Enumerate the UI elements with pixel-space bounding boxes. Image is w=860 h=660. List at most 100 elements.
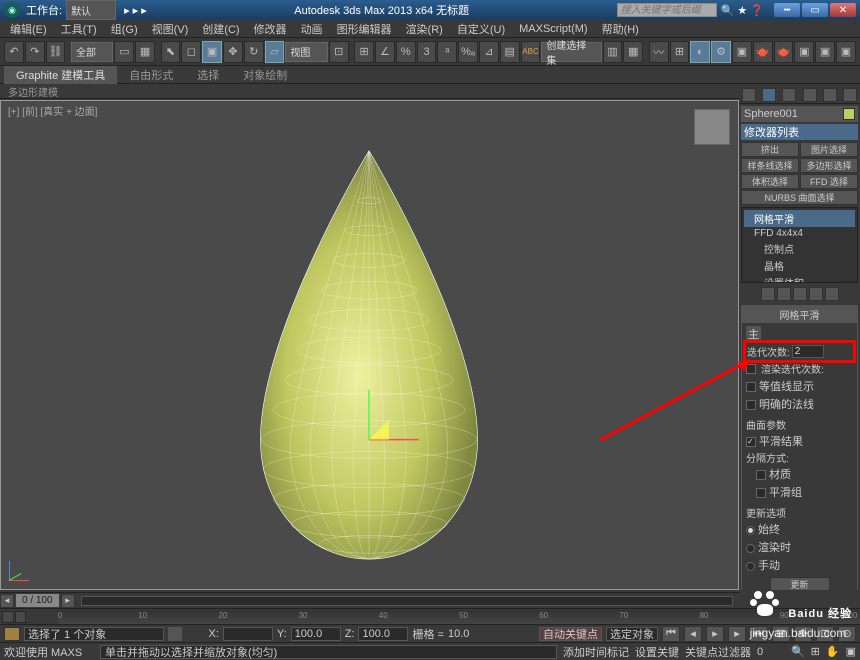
autokey-button[interactable]: 自动关键点 bbox=[539, 627, 602, 641]
hierarchy-tab-icon[interactable] bbox=[782, 88, 796, 102]
object-name-field[interactable]: Sphere001 bbox=[741, 106, 858, 122]
time-slider[interactable]: ◂ 0 / 100 ▸ bbox=[0, 592, 739, 608]
display-tab-icon[interactable] bbox=[823, 88, 837, 102]
angle-snap-button[interactable]: ∠ bbox=[375, 41, 395, 63]
move-button[interactable]: ✥ bbox=[223, 41, 243, 63]
scale-button[interactable]: ▱ bbox=[265, 41, 285, 63]
create-tab-icon[interactable] bbox=[742, 88, 756, 102]
vp-zoomall-button[interactable]: ⊞ bbox=[811, 645, 820, 658]
ribbon-tab-paint[interactable]: 对象绘制 bbox=[231, 66, 299, 84]
mod-img-button[interactable]: 图片选择 bbox=[800, 142, 858, 157]
workspace-value[interactable]: 默认 bbox=[66, 0, 116, 20]
menu-create[interactable]: 创建(C) bbox=[196, 20, 245, 38]
mod-ffd-button[interactable]: FFD 选择 bbox=[800, 174, 858, 189]
set-key-button[interactable]: 设置关键 bbox=[635, 644, 679, 660]
stack-ctrl[interactable]: 控制点 bbox=[744, 240, 855, 257]
iter-spinner[interactable]: 2 bbox=[792, 345, 824, 358]
prev-frame-button[interactable]: ◂ bbox=[684, 626, 702, 642]
menu-maxscript[interactable]: MAXScript(M) bbox=[513, 22, 593, 36]
select-button[interactable]: ▭ bbox=[114, 41, 134, 63]
undo-button[interactable]: ↶ bbox=[4, 41, 24, 63]
vp-zoom-button[interactable]: 🔍 bbox=[791, 645, 805, 658]
menu-graph[interactable]: 图形编辑器 bbox=[331, 20, 398, 38]
mod-extrude-button[interactable]: 挤出 bbox=[741, 142, 799, 157]
goto-start-button[interactable]: ⏮ bbox=[662, 626, 680, 642]
key-filter-button[interactable]: 关键点过滤器 bbox=[685, 644, 751, 660]
stack-lattice[interactable]: 晶格 bbox=[744, 257, 855, 274]
mod-vol-button[interactable]: 体积选择 bbox=[741, 174, 799, 189]
pivot-button[interactable]: ⊡ bbox=[329, 41, 349, 63]
tool-a-button[interactable]: ▣ bbox=[794, 41, 814, 63]
menu-animation[interactable]: 动画 bbox=[295, 20, 329, 38]
track-bar[interactable]: 0 10 20 30 40 50 60 70 80 90 100 bbox=[0, 608, 860, 624]
smooth-result-option[interactable]: 平滑结果 bbox=[746, 432, 853, 450]
remove-mod-icon[interactable] bbox=[809, 287, 823, 301]
select-arrow-button[interactable]: ⬉ bbox=[161, 41, 181, 63]
x-field[interactable] bbox=[223, 627, 273, 641]
render-button[interactable]: 🫖 bbox=[774, 41, 794, 63]
help-search-input[interactable] bbox=[617, 3, 717, 17]
viewcube[interactable] bbox=[694, 109, 730, 145]
utility-tab-icon[interactable] bbox=[843, 88, 857, 102]
link-button[interactable]: ⛓ bbox=[46, 41, 66, 63]
snap-pct-button[interactable]: %ₐ bbox=[458, 41, 478, 63]
pin-stack-icon[interactable] bbox=[761, 287, 775, 301]
config-icon[interactable] bbox=[825, 287, 839, 301]
update-render-option[interactable]: 渲染时 bbox=[746, 538, 853, 556]
menu-view[interactable]: 视图(V) bbox=[146, 20, 195, 38]
rollout-header[interactable]: 网格平滑 bbox=[742, 306, 857, 323]
stack-setvol[interactable]: 设置体积 bbox=[744, 274, 855, 283]
align-button[interactable]: ▤ bbox=[500, 41, 520, 63]
time-track[interactable] bbox=[81, 596, 733, 606]
lock-sel-icon[interactable] bbox=[168, 627, 182, 641]
track-b-icon[interactable] bbox=[15, 611, 27, 623]
mod-poly-button[interactable]: 多边形选择 bbox=[800, 158, 858, 173]
mat-editor-button[interactable]: ◐ bbox=[690, 41, 710, 63]
by-mat-option[interactable]: 材质 bbox=[746, 465, 853, 483]
stack-ffd[interactable]: FFD 4x4x4 bbox=[744, 227, 855, 240]
iso-line-option[interactable]: 等值线显示 bbox=[746, 377, 853, 395]
viewport-label[interactable]: [+] [前] [真实 + 边面] bbox=[8, 103, 97, 118]
select-rect-button[interactable]: ◻ bbox=[181, 41, 201, 63]
modifier-list-dropdown[interactable]: 修改器列表 bbox=[741, 124, 858, 140]
percent-snap-button[interactable]: % bbox=[396, 41, 416, 63]
render-setup-button[interactable]: ⚙ bbox=[711, 41, 731, 63]
ribbon-tab-select[interactable]: 选择 bbox=[185, 66, 231, 84]
add-time-tag[interactable]: 添加时间标记 bbox=[563, 644, 629, 660]
quick-render-button[interactable]: 🫖 bbox=[753, 41, 773, 63]
menu-customize[interactable]: 自定义(U) bbox=[451, 20, 511, 38]
layer-button[interactable]: ▥ bbox=[603, 41, 623, 63]
snap-button[interactable]: ⊞ bbox=[354, 41, 374, 63]
abc-button[interactable]: ABC bbox=[521, 41, 541, 63]
tool-c-button[interactable]: ▣ bbox=[836, 41, 856, 63]
motion-tab-icon[interactable] bbox=[803, 88, 817, 102]
update-always-option[interactable]: 始终 bbox=[746, 520, 853, 538]
ribbon-sub[interactable]: 多边形建模 bbox=[0, 84, 860, 99]
window-close-button[interactable]: ✕ bbox=[830, 3, 856, 17]
named-sel-set[interactable]: 创建选择集 bbox=[541, 42, 601, 62]
z-field[interactable]: 100.0 bbox=[358, 627, 408, 641]
show-end-icon[interactable] bbox=[777, 287, 791, 301]
by-smoothgrp-option[interactable]: 平滑组 bbox=[746, 483, 853, 501]
track-a-icon[interactable] bbox=[2, 611, 14, 623]
y-field[interactable]: 100.0 bbox=[291, 627, 341, 641]
menu-group[interactable]: 组(G) bbox=[105, 20, 144, 38]
time-prev-button[interactable]: ◂ bbox=[0, 594, 14, 608]
menu-tools[interactable]: 工具(T) bbox=[55, 20, 103, 38]
mirror-button[interactable]: ⊿ bbox=[479, 41, 499, 63]
play-button[interactable]: ▸ bbox=[706, 626, 724, 642]
redo-button[interactable]: ↷ bbox=[25, 41, 45, 63]
layer2-button[interactable]: ▦ bbox=[623, 41, 643, 63]
mod-spline-button[interactable]: 样条线选择 bbox=[741, 158, 799, 173]
ribbon-tab-freeform[interactable]: 自由形式 bbox=[117, 66, 185, 84]
stack-meshsmooth[interactable]: 网格平滑 bbox=[744, 210, 855, 227]
object-color-swatch[interactable] bbox=[843, 108, 855, 120]
modify-tab-icon[interactable] bbox=[762, 88, 776, 102]
modifier-stack[interactable]: 网格平滑 FFD 4x4x4 控制点 晶格 设置体积 Sphere bbox=[741, 207, 858, 283]
menu-render[interactable]: 渲染(R) bbox=[400, 20, 449, 38]
next-frame-button[interactable]: ▸ bbox=[728, 626, 746, 642]
schematic-button[interactable]: ⊞ bbox=[670, 41, 690, 63]
track-ruler[interactable]: 0 10 20 30 40 50 60 70 80 90 100 bbox=[58, 610, 860, 624]
select-name-button[interactable]: ▦ bbox=[135, 41, 155, 63]
vp-pan-button[interactable]: ✋ bbox=[826, 645, 840, 658]
